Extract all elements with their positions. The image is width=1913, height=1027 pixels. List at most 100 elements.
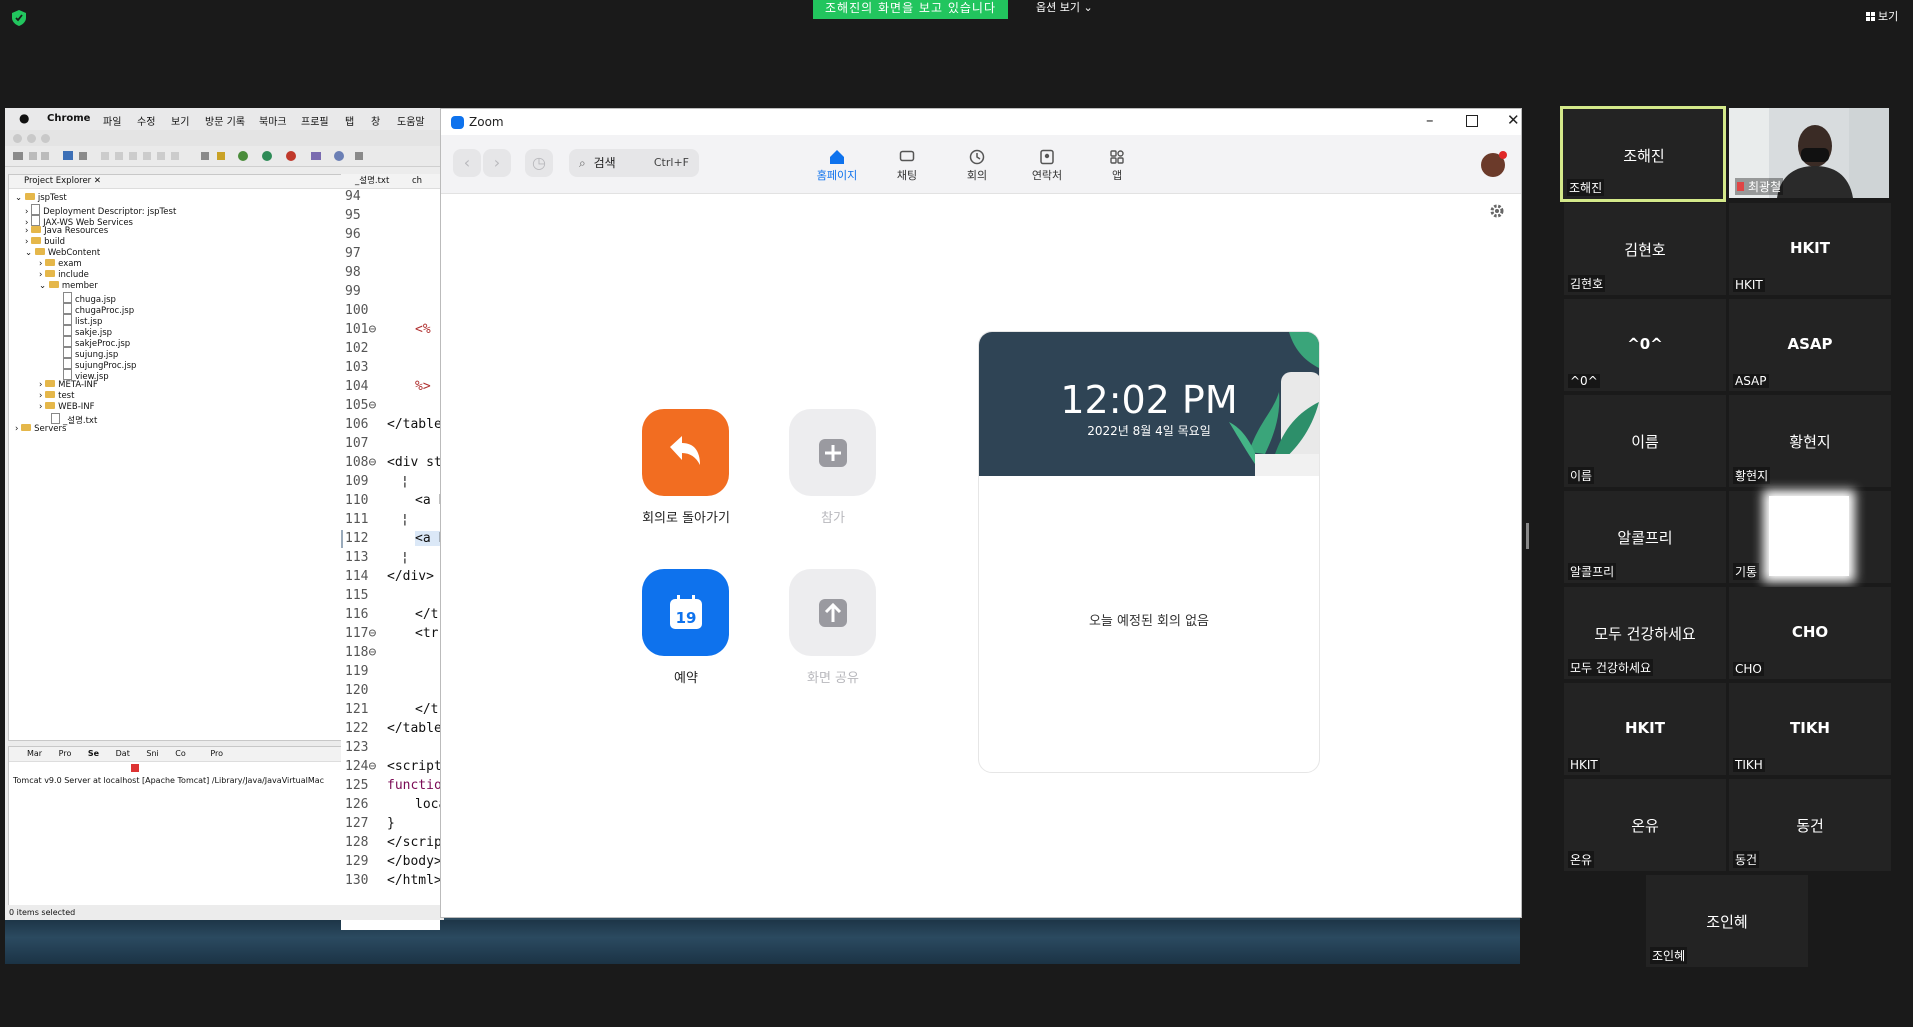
menu-bookmarks[interactable]: 북마크: [259, 113, 287, 128]
code-line: %>: [415, 379, 431, 394]
terminate-icon[interactable]: [131, 764, 139, 772]
gear-icon[interactable]: [1489, 203, 1505, 219]
tree-item[interactable]: › test: [39, 391, 74, 401]
tab-home[interactable]: 홈페이지: [807, 149, 867, 183]
search-icon: ⌕: [579, 156, 586, 170]
tree-item[interactable]: › include: [39, 270, 89, 280]
eclipse-titlebar: [5, 130, 440, 146]
search-shortcut: Ctrl+F: [653, 156, 689, 169]
participant-tile-video[interactable]: 최광철: [1729, 108, 1889, 198]
menu-view[interactable]: 보기: [171, 113, 189, 128]
menu-tab[interactable]: 탭: [345, 113, 354, 128]
close-dot[interactable]: [13, 134, 22, 143]
zoom-window: Zoom – ✕ ‹ › ◷ ⌕ 검색 Ctrl+F 홈페이지 채팅 회의 연락…: [440, 108, 1522, 918]
tab-console[interactable]: Co: [175, 749, 185, 758]
search-input[interactable]: ⌕ 검색 Ctrl+F: [569, 149, 699, 177]
menu-window[interactable]: 창: [371, 113, 380, 128]
history-button[interactable]: ◷: [525, 149, 553, 177]
apple-icon[interactable]: ●: [19, 111, 29, 125]
menu-edit[interactable]: 수정: [137, 113, 155, 128]
clock-header: 12:02 PM 2022년 8월 4일 목요일: [979, 332, 1319, 476]
share-screen-button[interactable]: [789, 569, 876, 656]
participant-tile[interactable]: 황현지 황현지: [1729, 395, 1891, 487]
line-number: 111: [345, 512, 369, 527]
editor-tab-second[interactable]: ch: [412, 176, 422, 186]
line-number: 117⊖: [345, 626, 377, 641]
participant-tile[interactable]: 모두 건강하세요 모두 건강하세요: [1564, 587, 1726, 679]
gallery-view-button[interactable]: 보기: [1866, 8, 1898, 24]
no-meetings-text: 오늘 예정된 회의 없음: [1088, 614, 1210, 629]
tree-item[interactable]: ⌄ member: [39, 281, 98, 291]
close-icon[interactable]: ✕: [1507, 111, 1520, 129]
line-number: 107: [345, 436, 369, 451]
menu-history[interactable]: 방문 기록: [205, 113, 245, 128]
schedule-button[interactable]: 19: [642, 569, 729, 656]
tab-apps[interactable]: 앱: [1087, 149, 1147, 183]
participant-tile[interactable]: CHO CHO: [1729, 587, 1891, 679]
participant-tile[interactable]: TIKH TIKH: [1729, 683, 1891, 775]
tab-chat[interactable]: 채팅: [877, 149, 937, 183]
minimize-dot[interactable]: [27, 134, 36, 143]
tab-snippets[interactable]: Sni: [146, 749, 158, 758]
tree-item[interactable]: ⌄ WebContent: [25, 248, 100, 258]
join-button[interactable]: [789, 409, 876, 496]
menu-help[interactable]: 도움말: [397, 113, 425, 128]
participant-tile[interactable]: HKIT HKIT: [1564, 683, 1726, 775]
participant-tile[interactable]: 조해진 조해진: [1560, 106, 1726, 202]
toolbar-icons[interactable]: [5, 146, 440, 166]
encryption-shield-icon[interactable]: [12, 10, 26, 26]
participant-tile[interactable]: 이름 이름: [1564, 395, 1726, 487]
participant-tile[interactable]: 김현호 김현호: [1564, 203, 1726, 295]
participant-tile[interactable]: 조인혜 조인혜: [1646, 875, 1808, 967]
tree-item[interactable]: › WEB-INF: [39, 402, 95, 412]
participant-tile[interactable]: HKIT HKIT: [1729, 203, 1891, 295]
eclipse-window: Project Explorer ✕ ⌄ jspTest › Deploymen…: [5, 130, 450, 930]
tab-data[interactable]: Dat: [116, 749, 130, 758]
code-line: </table: [387, 417, 442, 432]
tree-item[interactable]: › exam: [39, 259, 82, 269]
editor-tab-readme[interactable]: _설명.txt: [355, 176, 389, 186]
maximize-icon[interactable]: [1466, 115, 1478, 127]
participant-tile-video[interactable]: 기통: [1729, 491, 1891, 583]
zoom-dot[interactable]: [41, 134, 50, 143]
code-editor[interactable]: _설명.txt ch 94 95 96 97 98 99 100 101⊖ <% 102 103 10…: [341, 174, 450, 930]
line-number: 96: [345, 227, 361, 242]
project-explorer-title[interactable]: Project Explorer: [24, 176, 91, 186]
tab-servers[interactable]: Se: [88, 749, 99, 758]
code-line: </scrip: [387, 835, 442, 850]
back-button[interactable]: ‹: [453, 149, 481, 177]
line-number: 94: [345, 189, 361, 204]
tab-contacts[interactable]: 연락처: [1017, 149, 1077, 183]
code-line: ¦: [401, 512, 409, 527]
return-to-meeting-button[interactable]: [642, 409, 729, 496]
participant-tile[interactable]: 동건 동건: [1729, 779, 1891, 871]
participant-tile[interactable]: 알콜프리 알콜프리: [1564, 491, 1726, 583]
tree-item[interactable]: › Servers: [15, 424, 66, 434]
tab-progress[interactable]: Pro: [210, 749, 223, 758]
line-number: 104: [345, 379, 369, 394]
participant-tile[interactable]: 온유 온유: [1564, 779, 1726, 871]
line-number: 100: [345, 303, 369, 318]
menu-profile[interactable]: 프로필: [301, 113, 329, 128]
console-output: Tomcat v9.0 Server at localhost [Apache …: [13, 776, 325, 785]
view-options-button[interactable]: 옵션 보기 ⌄: [1036, 0, 1093, 16]
line-number: 101⊖: [345, 322, 377, 337]
forward-button[interactable]: ›: [483, 149, 511, 177]
tab-meetings[interactable]: 회의: [947, 149, 1007, 183]
calendar-day: 19: [676, 609, 697, 627]
tab-properties[interactable]: Pro: [59, 749, 72, 758]
menu-app-name[interactable]: Chrome: [47, 113, 90, 124]
participant-tile[interactable]: ^0^ ^0^: [1564, 299, 1726, 391]
code-line: <tr: [415, 626, 439, 641]
tab-markers[interactable]: Mar: [27, 749, 42, 758]
minimize-icon[interactable]: –: [1426, 111, 1434, 129]
apps-icon: [1110, 150, 1124, 164]
tree-item[interactable]: ⌄ jspTest: [15, 193, 67, 203]
tree-item[interactable]: › META-INF: [39, 380, 98, 390]
tree-item[interactable]: › build: [25, 237, 65, 247]
line-number: 115: [345, 588, 369, 603]
splitter-handle[interactable]: [1526, 523, 1529, 549]
participant-tile[interactable]: ASAP ASAP: [1729, 299, 1891, 391]
tree-item[interactable]: › Java Resources: [25, 226, 108, 236]
menu-file[interactable]: 파일: [103, 113, 121, 128]
